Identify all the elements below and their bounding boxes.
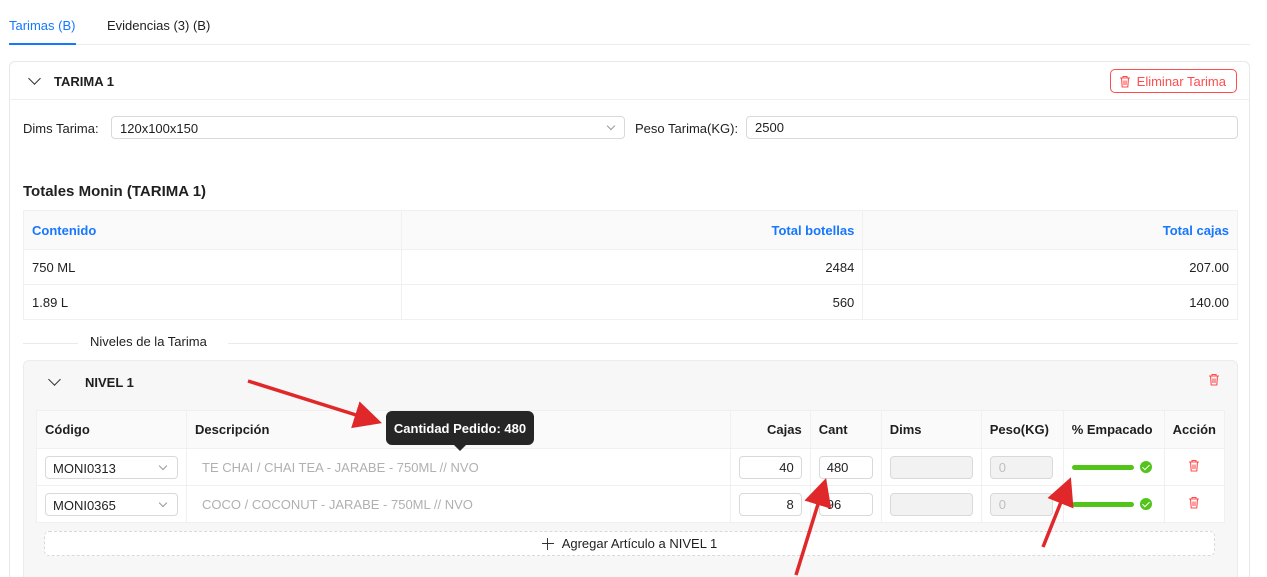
nivel-items-table: Código Descripción Cajas Cant Dims Peso(… bbox=[36, 410, 1225, 523]
chevron-down-icon[interactable] bbox=[48, 373, 61, 386]
chevron-down-icon bbox=[158, 498, 168, 507]
tarima-card: TARIMA 1 Eliminar Tarima Dims Tarima: 12… bbox=[9, 61, 1250, 577]
divider-line bbox=[228, 343, 1238, 344]
peso-input: 0 bbox=[989, 455, 1053, 479]
delete-tarima-button[interactable]: Eliminar Tarima bbox=[1109, 69, 1237, 93]
add-article-button[interactable]: Agregar Artículo a NIVEL 1 bbox=[44, 531, 1215, 556]
col-peso: Peso(KG) bbox=[981, 410, 1064, 449]
tarima-title: TARIMA 1 bbox=[54, 74, 114, 89]
empacado-progress bbox=[1071, 497, 1152, 511]
col-contenido: Contenido bbox=[23, 210, 402, 250]
codigo-select[interactable]: MONI0313 bbox=[45, 455, 178, 479]
codigo-value: MONI0313 bbox=[53, 460, 116, 476]
nivel-panel: NIVEL 1 Código Descripción Cajas Cant Di… bbox=[23, 360, 1238, 577]
dims-select[interactable]: 120x100x150 bbox=[111, 116, 625, 139]
cell-botellas: 560 bbox=[400, 284, 864, 320]
peso-input[interactable]: 2500 bbox=[746, 116, 1238, 139]
table-row: 1.89 L 560 140.00 bbox=[23, 284, 1238, 320]
chevron-down-icon bbox=[606, 121, 616, 131]
tab-tarimas[interactable]: Tarimas (B) bbox=[9, 18, 75, 33]
dims-value: 120x100x150 bbox=[120, 121, 199, 136]
divider-line bbox=[23, 343, 78, 344]
chevron-down-icon bbox=[158, 461, 168, 470]
codigo-select[interactable]: MONI0365 bbox=[45, 492, 178, 516]
nivel-title: NIVEL 1 bbox=[85, 375, 134, 390]
descripcion-cell: COCO / COCONUT - JARABE - 750ML // NVO bbox=[186, 485, 731, 523]
peso-input: 0 bbox=[989, 492, 1053, 516]
dims-input bbox=[889, 455, 973, 479]
niveles-divider-label: Niveles de la Tarima bbox=[90, 334, 207, 349]
active-tab-indicator bbox=[9, 43, 76, 45]
trash-icon bbox=[1119, 75, 1130, 88]
cantidad-tooltip: Cantidad Pedido: 480 bbox=[386, 411, 534, 451]
cajas-input[interactable]: 8 bbox=[738, 492, 802, 516]
col-cajas: Cajas bbox=[730, 410, 811, 449]
progress-fill bbox=[1071, 502, 1134, 507]
plus-icon bbox=[541, 537, 554, 550]
cajas-input[interactable]: 40 bbox=[738, 455, 802, 479]
col-accion: Acción bbox=[1164, 410, 1225, 449]
delete-tarima-label: Eliminar Tarima bbox=[1136, 73, 1226, 89]
peso-label: Peso Tarima(KG): bbox=[635, 121, 739, 136]
table-row: 750 ML 2484 207.00 bbox=[23, 249, 1238, 285]
tab-bar: Tarimas (B) Evidencias (3) (B) bbox=[9, 0, 1250, 45]
codigo-value: MONI0365 bbox=[53, 497, 116, 513]
add-article-label: Agregar Artículo a NIVEL 1 bbox=[561, 536, 718, 551]
col-cant: Cant bbox=[810, 410, 882, 449]
col-dims: Dims bbox=[881, 410, 982, 449]
cell-cajas: 140.00 bbox=[862, 284, 1238, 320]
totales-table: Contenido Total botellas Total cajas 750… bbox=[23, 210, 1238, 320]
table-header-row: Código Descripción Cajas Cant Dims Peso(… bbox=[36, 410, 1225, 449]
tab-evidencias[interactable]: Evidencias (3) (B) bbox=[107, 18, 210, 33]
trash-icon[interactable] bbox=[1188, 496, 1200, 509]
tarima-header[interactable]: TARIMA 1 Eliminar Tarima bbox=[10, 62, 1249, 100]
totales-title: Totales Monin (TARIMA 1) bbox=[23, 183, 207, 200]
col-total-botellas: Total botellas bbox=[400, 210, 864, 250]
trash-icon[interactable] bbox=[1208, 373, 1220, 386]
empacado-progress bbox=[1071, 460, 1152, 474]
chevron-down-icon[interactable] bbox=[28, 72, 41, 85]
check-circle-icon bbox=[1139, 498, 1152, 510]
col-total-cajas: Total cajas bbox=[862, 210, 1238, 250]
descripcion-cell: TE CHAI / CHAI TEA - JARABE - 750ML // N… bbox=[186, 448, 731, 486]
table-row: MONI0313 TE CHAI / CHAI TEA - JARABE - 7… bbox=[36, 448, 1225, 486]
cell-cajas: 207.00 bbox=[862, 249, 1238, 285]
progress-fill bbox=[1071, 465, 1134, 470]
col-codigo: Código bbox=[36, 410, 187, 449]
cant-input[interactable]: 96 bbox=[818, 492, 873, 516]
col-empacado: % Empacado bbox=[1063, 410, 1165, 449]
cant-input[interactable]: 480 bbox=[818, 455, 873, 479]
check-circle-icon bbox=[1139, 461, 1152, 473]
trash-icon[interactable] bbox=[1188, 459, 1200, 472]
table-row: MONI0365 COCO / COCONUT - JARABE - 750ML… bbox=[36, 485, 1225, 523]
dims-input bbox=[889, 492, 973, 516]
cell-contenido: 750 ML bbox=[23, 249, 402, 285]
dims-label: Dims Tarima: bbox=[23, 121, 99, 136]
table-header-row: Contenido Total botellas Total cajas bbox=[23, 210, 1238, 250]
cell-botellas: 2484 bbox=[400, 249, 864, 285]
cell-contenido: 1.89 L bbox=[23, 284, 402, 320]
